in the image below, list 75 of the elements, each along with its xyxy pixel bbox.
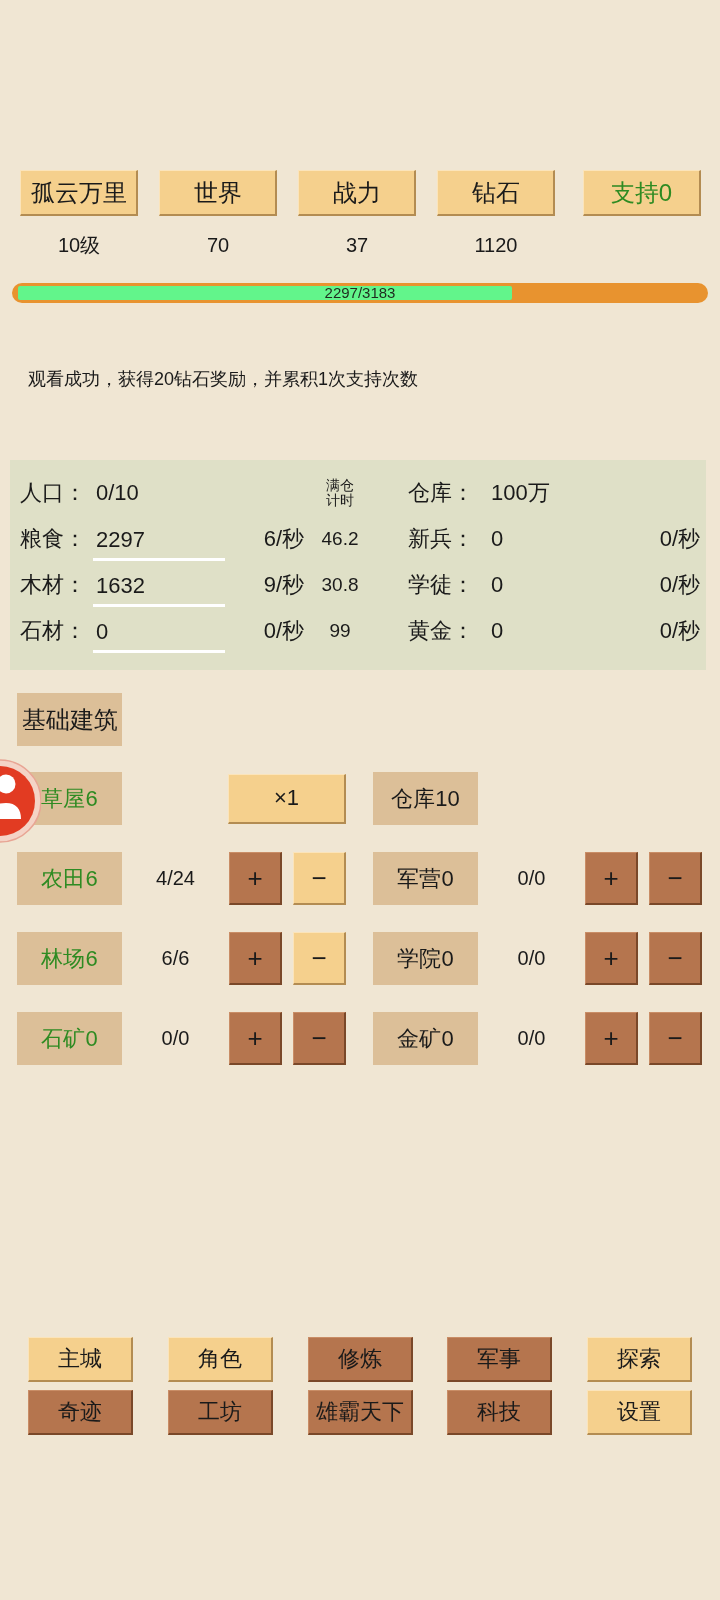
production-rate: 0/秒 (262, 617, 304, 645)
production-rate: 0/秒 (659, 571, 700, 599)
building-count: 0/0 (160, 1027, 191, 1050)
nav-button[interactable]: 修炼 (307, 1337, 413, 1382)
stat-value: 37 (344, 233, 370, 258)
resource-value: 0 (490, 572, 505, 598)
increase-button[interactable]: + (585, 852, 638, 905)
nav-button[interactable]: 科技 (447, 1390, 553, 1435)
decrease-button[interactable]: − (649, 1012, 702, 1065)
decrease-button[interactable]: − (293, 852, 346, 905)
building-name: 仓库10 (373, 772, 478, 825)
production-rate: 6/秒 (262, 525, 304, 553)
building-count: 0/0 (516, 947, 547, 970)
resource-label: 学徒： (408, 571, 475, 599)
resource-value: 0 (490, 526, 505, 552)
nav-button[interactable]: 奇迹 (28, 1390, 133, 1435)
building-count: 0/0 (516, 867, 547, 890)
decrease-button[interactable]: − (293, 932, 346, 985)
stat-button[interactable]: 孤云万里 (20, 170, 138, 216)
stat-value: 1120 (473, 233, 519, 258)
resource-label: 木材： (20, 571, 87, 599)
building-count: 0/0 (516, 1027, 547, 1050)
stat-value: 10级 (56, 233, 102, 258)
increase-button[interactable]: + (585, 1012, 638, 1065)
nav-button[interactable]: 角色 (167, 1337, 273, 1382)
resource-label: 粮食： (20, 525, 87, 553)
resource-label: 人口： (20, 479, 87, 507)
increase-button[interactable]: + (229, 852, 282, 905)
nav-button[interactable]: 主城 (28, 1337, 133, 1382)
nav-button[interactable]: 军事 (447, 1337, 553, 1382)
building-name: 金矿0 (373, 1012, 478, 1065)
stat-button[interactable]: 支持0 (583, 170, 701, 216)
resource-label: 新兵： (408, 525, 475, 553)
fill-timer: 30.8 (320, 574, 360, 596)
building-name: 军营0 (373, 852, 478, 905)
nav-button[interactable]: 雄霸天下 (307, 1390, 413, 1435)
increase-button[interactable]: + (585, 932, 638, 985)
resource-label: 石材： (20, 617, 87, 645)
experience-text: 2297/3183 (324, 285, 396, 301)
building-name: 农田6 (17, 852, 122, 905)
fill-timer: 99 (328, 620, 352, 642)
nav-button[interactable]: 设置 (587, 1390, 692, 1435)
multiplier-button[interactable]: ×1 (228, 773, 346, 824)
resource-value: 100万 (490, 479, 551, 507)
production-rate: 0/秒 (659, 525, 700, 553)
fill-timer-header: 满仓计时 (326, 477, 354, 509)
building-name: 石矿0 (17, 1012, 122, 1065)
building-name: 学院0 (373, 932, 478, 985)
increase-button[interactable]: + (229, 1012, 282, 1065)
building-name: 林场6 (17, 932, 122, 985)
increase-button[interactable]: + (229, 932, 282, 985)
resource-label: 黄金： (408, 617, 475, 645)
nav-button[interactable]: 工坊 (167, 1390, 273, 1435)
nav-button[interactable]: 探索 (587, 1337, 692, 1382)
stat-button[interactable]: 钻石 (437, 170, 555, 216)
decrease-button[interactable]: − (293, 1012, 346, 1065)
stat-button[interactable]: 战力 (298, 170, 416, 216)
stat-button[interactable]: 世界 (159, 170, 277, 216)
fill-timer: 46.2 (320, 528, 360, 550)
section-tag: 基础建筑 (17, 693, 122, 746)
user-icon[interactable] (0, 759, 41, 843)
notice-text: 观看成功，获得20钻石奖励，并累积1次支持次数 (28, 368, 419, 390)
resource-value: 0 (490, 618, 505, 644)
building-count: 6/6 (160, 947, 191, 970)
building-count: 4/24 (155, 867, 196, 890)
resource-field[interactable]: 2297 (93, 521, 225, 561)
resource-field[interactable]: 0 (93, 613, 225, 653)
decrease-button[interactable]: − (649, 852, 702, 905)
production-rate: 0/秒 (659, 617, 700, 645)
resource-value: 0/10 (95, 480, 140, 506)
production-rate: 9/秒 (262, 571, 304, 599)
resource-field[interactable]: 1632 (93, 567, 225, 607)
decrease-button[interactable]: − (649, 932, 702, 985)
resource-label: 仓库： (408, 479, 475, 507)
stat-value: 70 (205, 233, 231, 258)
